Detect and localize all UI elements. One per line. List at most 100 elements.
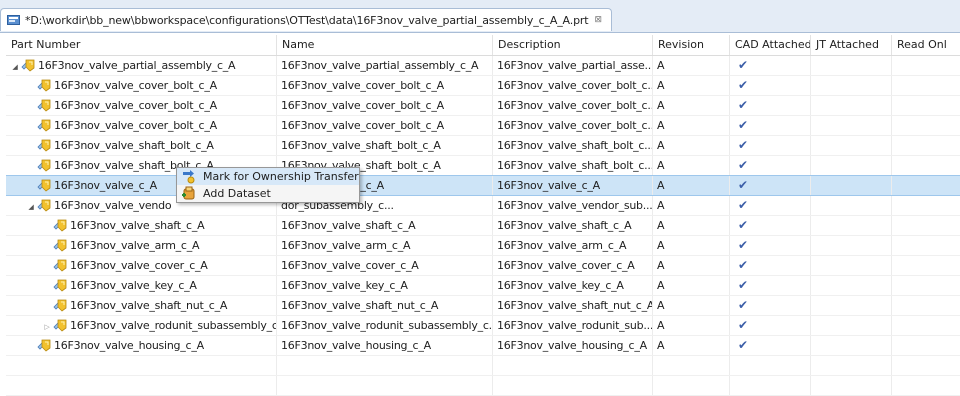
table-row[interactable]: 16F3nov_valve_cover_c_A 16F3nov_valve_cov… <box>6 256 960 276</box>
cell-name[interactable]: 16F3nov_valve_housing_c_A <box>277 336 493 355</box>
column-header-part-number[interactable]: Part Number <box>6 35 277 55</box>
cell-revision[interactable]: A <box>653 236 730 255</box>
cell-part-number[interactable]: 16F3nov_valve_key_c_A <box>6 276 277 295</box>
cell-revision[interactable]: A <box>653 256 730 275</box>
cell-description[interactable]: 16F3nov_valve_cover_bolt_c... <box>493 96 653 115</box>
cell-name[interactable]: 16F3nov_valve_rodunit_subassembly_c... <box>277 316 493 335</box>
cell-revision[interactable]: A <box>653 76 730 95</box>
table-row[interactable]: 16F3nov_valve_shaft_c_A 16F3nov_valve_sha… <box>6 216 960 236</box>
table-row[interactable]: 16F3nov_valve_shaft_bolt_c_A 16F3nov_valv… <box>6 136 960 156</box>
column-header-read-only[interactable]: Read Onl <box>892 35 960 55</box>
cell-name[interactable]: 16F3nov_valve_shaft_c_A <box>277 216 493 235</box>
cell-cad-attached[interactable]: ✔ <box>730 316 811 335</box>
table-row[interactable]: 16F3nov_valve_arm_c_A 16F3nov_valve_arm_c… <box>6 236 960 256</box>
cell-read-only[interactable] <box>892 76 960 95</box>
cell-description[interactable]: 16F3nov_valve_shaft_bolt_c... <box>493 156 653 175</box>
cell-jt-attached[interactable] <box>811 76 892 95</box>
cell-read-only[interactable] <box>892 196 960 215</box>
cell-revision[interactable]: A <box>653 156 730 175</box>
cell-revision[interactable]: A <box>653 136 730 155</box>
cell-cad-attached[interactable]: ✔ <box>730 196 811 215</box>
cell-read-only[interactable] <box>892 176 960 195</box>
column-header-revision[interactable]: Revision <box>653 35 730 55</box>
cell-read-only[interactable] <box>892 96 960 115</box>
cell-revision[interactable]: A <box>653 116 730 135</box>
cell-cad-attached[interactable]: ✔ <box>730 296 811 315</box>
cell-read-only[interactable] <box>892 136 960 155</box>
cell-read-only[interactable] <box>892 316 960 335</box>
cell-revision[interactable]: A <box>653 276 730 295</box>
cell-jt-attached[interactable] <box>811 56 892 75</box>
cell-cad-attached[interactable]: ✔ <box>730 116 811 135</box>
cell-description[interactable]: 16F3nov_valve_cover_bolt_c... <box>493 76 653 95</box>
cell-revision[interactable]: A <box>653 296 730 315</box>
cell-cad-attached[interactable]: ✔ <box>730 76 811 95</box>
cell-part-number[interactable]: 16F3nov_valve_housing_c_A <box>6 336 277 355</box>
cell-name[interactable]: 16F3nov_valve_cover_c_A <box>277 256 493 275</box>
cell-revision[interactable]: A <box>653 176 730 195</box>
cell-part-number[interactable]: 16F3nov_valve_arm_c_A <box>6 236 277 255</box>
table-row[interactable]: 16F3nov_valve_cover_bolt_c_A 16F3nov_valv… <box>6 96 960 116</box>
table-row[interactable]: 16F3nov_valve_cover_bolt_c_A 16F3nov_valv… <box>6 76 960 96</box>
cell-name[interactable]: 16F3nov_valve_partial_assembly_c_A <box>277 56 493 75</box>
cell-read-only[interactable] <box>892 56 960 75</box>
cell-part-number[interactable]: 16F3nov_valve_shaft_c_A <box>6 216 277 235</box>
cell-part-number[interactable]: 16F3nov_valve_cover_bolt_c_A <box>6 76 277 95</box>
cell-part-number[interactable]: 16F3nov_valve_cover_bolt_c_A <box>6 96 277 115</box>
cell-part-number[interactable]: 16F3nov_valve_shaft_bolt_c_A <box>6 136 277 155</box>
cell-description[interactable]: 16F3nov_valve_c_A <box>493 176 653 195</box>
cell-read-only[interactable] <box>892 256 960 275</box>
table-row[interactable]: 16F3nov_valve_c_A16F3nov_valve_c_A16F3no… <box>6 175 960 196</box>
cell-description[interactable]: 16F3nov_valve_shaft_c_A <box>493 216 653 235</box>
cell-read-only[interactable] <box>892 276 960 295</box>
cell-cad-attached[interactable]: ✔ <box>730 236 811 255</box>
editor-tab[interactable]: *D:\workdir\bb_new\bbworkspace\configura… <box>0 8 612 31</box>
cell-name[interactable]: 16F3nov_valve_arm_c_A <box>277 236 493 255</box>
cell-jt-attached[interactable] <box>811 336 892 355</box>
table-row[interactable]: 16F3nov_valve_cover_bolt_c_A 16F3nov_valv… <box>6 116 960 136</box>
table-row[interactable]: 16F3nov_valve_housing_c_A 16F3nov_valve_h… <box>6 336 960 356</box>
cell-cad-attached[interactable]: ✔ <box>730 336 811 355</box>
cell-name[interactable]: 16F3nov_valve_key_c_A <box>277 276 493 295</box>
collapse-toggle-icon[interactable]: ▷ <box>42 318 52 335</box>
cell-cad-attached[interactable]: ✔ <box>730 96 811 115</box>
cell-revision[interactable]: A <box>653 316 730 335</box>
cell-name[interactable]: 16F3nov_valve_cover_bolt_c_A <box>277 116 493 135</box>
table-row[interactable]: 16F3nov_valve_shaft_nut_c_A 16F3nov_valve… <box>6 296 960 316</box>
menu-item-mark-ownership-transfer[interactable]: Mark for Ownership Transfer <box>177 168 359 185</box>
column-header-name[interactable]: Name <box>277 35 493 55</box>
cell-cad-attached[interactable]: ✔ <box>730 136 811 155</box>
table-row[interactable]: ◢ 16F3nov_valve_partial_assembly_c_A 16F3n… <box>6 56 960 76</box>
cell-cad-attached[interactable]: ✔ <box>730 176 811 195</box>
cell-cad-attached[interactable]: ✔ <box>730 256 811 275</box>
cell-jt-attached[interactable] <box>811 256 892 275</box>
cell-read-only[interactable] <box>892 236 960 255</box>
close-tab-icon[interactable]: ⊠ <box>594 15 602 25</box>
cell-read-only[interactable] <box>892 216 960 235</box>
cell-jt-attached[interactable] <box>811 136 892 155</box>
table-row[interactable]: 16F3nov_valve_key_c_A 16F3nov_valve_key_c… <box>6 276 960 296</box>
table-row[interactable]: 16F3nov_valve_shaft_bolt_c_A 16F3nov_valv… <box>6 156 960 176</box>
table-row[interactable]: ▷ 16F3nov_valve_rodunit_subassembly_c 16F3… <box>6 316 960 336</box>
menu-item-add-dataset[interactable]: Add Dataset <box>177 185 359 202</box>
cell-cad-attached[interactable]: ✔ <box>730 216 811 235</box>
cell-jt-attached[interactable] <box>811 296 892 315</box>
cell-read-only[interactable] <box>892 336 960 355</box>
cell-part-number[interactable]: 16F3nov_valve_cover_bolt_c_A <box>6 116 277 135</box>
expand-toggle-icon[interactable]: ◢ <box>10 58 20 75</box>
cell-read-only[interactable] <box>892 156 960 175</box>
cell-jt-attached[interactable] <box>811 276 892 295</box>
cell-part-number[interactable]: 16F3nov_valve_cover_c_A <box>6 256 277 275</box>
cell-description[interactable]: 16F3nov_valve_shaft_nut_c_A <box>493 296 653 315</box>
cell-description[interactable]: 16F3nov_valve_cover_c_A <box>493 256 653 275</box>
cell-description[interactable]: 16F3nov_valve_key_c_A <box>493 276 653 295</box>
column-header-jt-attached[interactable]: JT Attached <box>811 35 892 55</box>
cell-description[interactable]: 16F3nov_valve_vendor_sub... <box>493 196 653 215</box>
cell-cad-attached[interactable]: ✔ <box>730 156 811 175</box>
cell-part-number[interactable]: 16F3nov_valve_shaft_nut_c_A <box>6 296 277 315</box>
cell-part-number[interactable]: ◢ 16F3nov_valve_partial_assembly_c_A <box>6 56 277 75</box>
cell-read-only[interactable] <box>892 296 960 315</box>
column-header-cad-attached[interactable]: CAD Attached <box>730 35 811 55</box>
table-row[interactable]: ◢ 16F3nov_valve_vendo dor_subassembly_c...… <box>6 196 960 216</box>
cell-description[interactable]: 16F3nov_valve_partial_asse... <box>493 56 653 75</box>
